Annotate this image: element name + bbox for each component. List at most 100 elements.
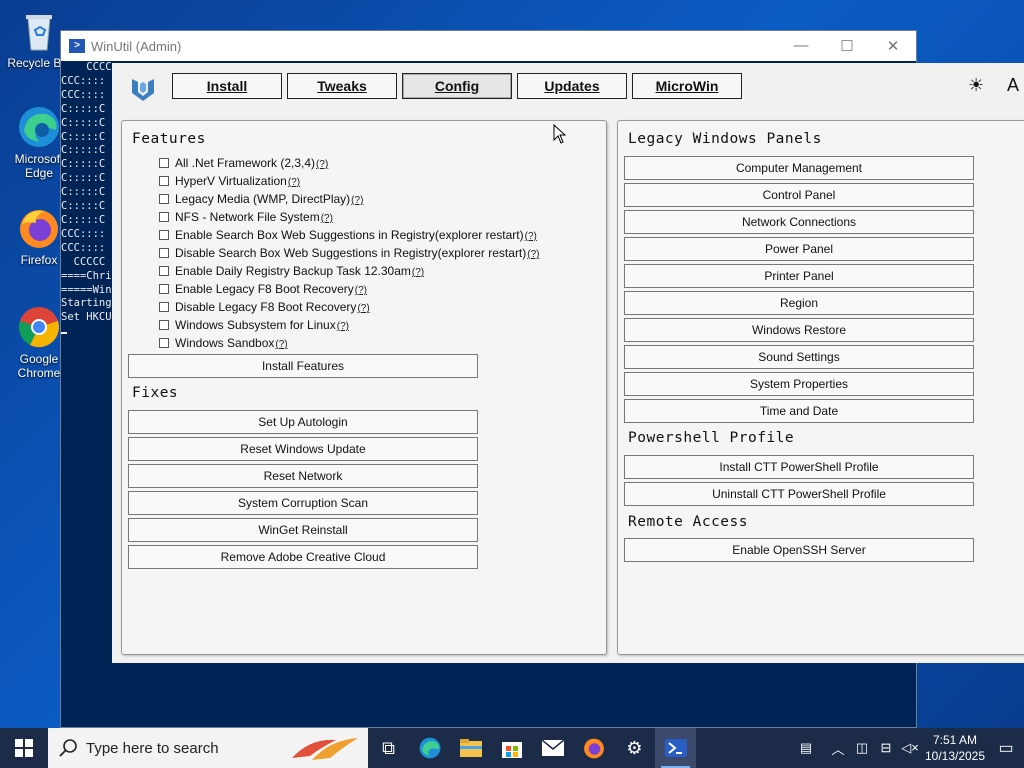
feature-checkbox[interactable] (159, 158, 169, 168)
feature-checkbox-row[interactable]: Legacy Media (WMP, DirectPlay) (?) (159, 190, 363, 208)
clock-time: 7:51 AM (932, 733, 978, 747)
console-line: C:::::C (61, 144, 106, 157)
desktop-icon-label: Google Chrome (17, 352, 61, 380)
mail-icon[interactable] (532, 728, 573, 768)
tab-config[interactable]: Config (402, 73, 512, 99)
help-link[interactable]: (?) (321, 213, 333, 224)
feature-checkbox-row[interactable]: Windows Sandbox (?) (159, 334, 288, 352)
font-scaling-icon[interactable]: A (1007, 75, 1019, 96)
feature-checkbox[interactable] (159, 230, 169, 240)
volume-muted-icon[interactable]: ◁× (898, 740, 922, 756)
fix-button[interactable]: Remove Adobe Creative Cloud (128, 545, 478, 569)
fix-button[interactable]: Reset Network (128, 464, 478, 488)
powershell-profile-button[interactable]: Uninstall CTT PowerShell Profile (624, 482, 974, 506)
show-hidden-icons-chevron-icon[interactable]: ︿ (826, 739, 850, 758)
powershell-profile-button[interactable]: Install CTT PowerShell Profile (624, 455, 974, 479)
minimize-icon[interactable]: — (778, 37, 824, 55)
feature-label: Disable Search Box Web Suggestions in Re… (175, 246, 527, 260)
search-placeholder: Type here to search (86, 739, 219, 757)
legacy-panel-button[interactable]: Region (624, 291, 974, 315)
feature-checkbox-row[interactable]: NFS - Network File System (?) (159, 208, 333, 226)
feature-checkbox[interactable] (159, 338, 169, 348)
help-link[interactable]: (?) (337, 321, 349, 332)
notifications-icon[interactable]: ▭ (988, 738, 1024, 758)
feature-checkbox-row[interactable]: HyperV Virtualization (?) (159, 172, 300, 190)
feature-checkbox[interactable] (159, 212, 169, 222)
search-highlight-feather-icon (292, 738, 358, 760)
device-icon[interactable]: ◫ (850, 740, 874, 756)
console-line: =====Win (61, 283, 112, 296)
taskbar-edge-icon[interactable] (409, 728, 450, 768)
fix-button[interactable]: Set Up Autologin (128, 410, 478, 434)
console-line: C:::::C (61, 158, 106, 171)
tab-updates[interactable]: Updates (517, 73, 627, 99)
feature-checkbox[interactable] (159, 302, 169, 312)
feature-checkbox[interactable] (159, 176, 169, 186)
feature-checkbox-row[interactable]: Enable Daily Registry Backup Task 12.30a… (159, 262, 424, 280)
console-line: CCC:::: (61, 227, 106, 240)
feature-label: All .Net Framework (2,3,4) (175, 156, 316, 170)
settings-gear-icon[interactable]: ⚙ (614, 728, 655, 768)
network-icon[interactable]: ⊟ (874, 740, 898, 756)
start-button[interactable] (0, 728, 48, 768)
tab-tweaks[interactable]: Tweaks (287, 73, 397, 99)
fix-button[interactable]: WinGet Reinstall (128, 518, 478, 542)
winutil-window[interactable]: Install Tweaks Config Updates MicroWin ☀… (112, 63, 1024, 663)
fix-button[interactable]: System Corruption Scan (128, 491, 478, 515)
desktop-icon-label: Firefox (20, 253, 58, 267)
keyboard-layout-icon[interactable]: ▤ (786, 740, 826, 756)
feature-label: Windows Subsystem for Linux (175, 318, 336, 332)
feature-checkbox-row[interactable]: Enable Search Box Web Suggestions in Reg… (159, 226, 537, 244)
help-link[interactable]: (?) (316, 159, 328, 170)
remote-access-button[interactable]: Enable OpenSSH Server (624, 538, 974, 562)
legacy-panel-button[interactable]: Sound Settings (624, 345, 974, 369)
feature-checkbox-row[interactable]: All .Net Framework (2,3,4) (?) (159, 154, 328, 172)
file-explorer-icon[interactable] (450, 728, 491, 768)
theme-toggle-icon[interactable]: ☀ (968, 75, 984, 96)
microsoft-store-icon[interactable] (491, 728, 532, 768)
console-titlebar[interactable]: > WinUtil (Admin) — ☐ ✕ (61, 31, 916, 61)
taskbar-firefox-icon[interactable] (573, 728, 614, 768)
help-link[interactable]: (?) (527, 249, 539, 260)
help-link[interactable]: (?) (351, 195, 363, 206)
help-link[interactable]: (?) (357, 303, 369, 314)
legacy-panel-button[interactable]: Network Connections (624, 210, 974, 234)
legacy-panel-button[interactable]: Computer Management (624, 156, 974, 180)
feature-checkbox[interactable] (159, 194, 169, 204)
feature-checkbox[interactable] (159, 320, 169, 330)
legacy-panel-button[interactable]: Control Panel (624, 183, 974, 207)
legacy-panel-button[interactable]: Windows Restore (624, 318, 974, 342)
features-panel: Features All .Net Framework (2,3,4) (?) Hy… (121, 120, 607, 655)
feature-checkbox-row[interactable]: Enable Legacy F8 Boot Recovery (?) (159, 280, 367, 298)
feature-checkbox[interactable] (159, 266, 169, 276)
help-link[interactable]: (?) (355, 285, 367, 296)
task-view-icon[interactable]: ⧉ (368, 728, 409, 768)
legacy-panels-title: Legacy Windows Panels (628, 131, 822, 147)
close-icon[interactable]: ✕ (870, 37, 916, 55)
taskbar-search-box[interactable]: Type here to search (48, 728, 368, 768)
maximize-icon[interactable]: ☐ (824, 37, 870, 55)
help-link[interactable]: (?) (525, 231, 537, 242)
fix-button[interactable]: Reset Windows Update (128, 437, 478, 461)
help-link[interactable]: (?) (412, 267, 424, 278)
help-link[interactable]: (?) (288, 177, 300, 188)
install-features-button[interactable]: Install Features (128, 354, 478, 378)
legacy-panel-button[interactable]: Printer Panel (624, 264, 974, 288)
tab-install[interactable]: Install (172, 73, 282, 99)
help-link[interactable]: (?) (275, 339, 287, 350)
tab-microwin[interactable]: MicroWin (632, 73, 742, 99)
legacy-panel-button[interactable]: System Properties (624, 372, 974, 396)
legacy-panel-button[interactable]: Power Panel (624, 237, 974, 261)
taskbar-powershell-icon[interactable] (655, 728, 696, 768)
feature-checkbox-row[interactable]: Windows Subsystem for Linux (?) (159, 316, 349, 334)
console-line: CCC:::: (61, 74, 106, 87)
legacy-panel-button[interactable]: Time and Date (624, 399, 974, 423)
feature-checkbox-row[interactable]: Disable Legacy F8 Boot Recovery (?) (159, 298, 370, 316)
firefox-icon (16, 205, 62, 251)
taskbar-clock[interactable]: 7:51 AM 10/13/2025 (922, 732, 988, 764)
feature-checkbox-row[interactable]: Disable Search Box Web Suggestions in Re… (159, 244, 540, 262)
remote-access-title: Remote Access (628, 514, 748, 530)
feature-checkbox[interactable] (159, 248, 169, 258)
feature-checkbox[interactable] (159, 284, 169, 294)
console-line: C:::::C (61, 172, 106, 185)
